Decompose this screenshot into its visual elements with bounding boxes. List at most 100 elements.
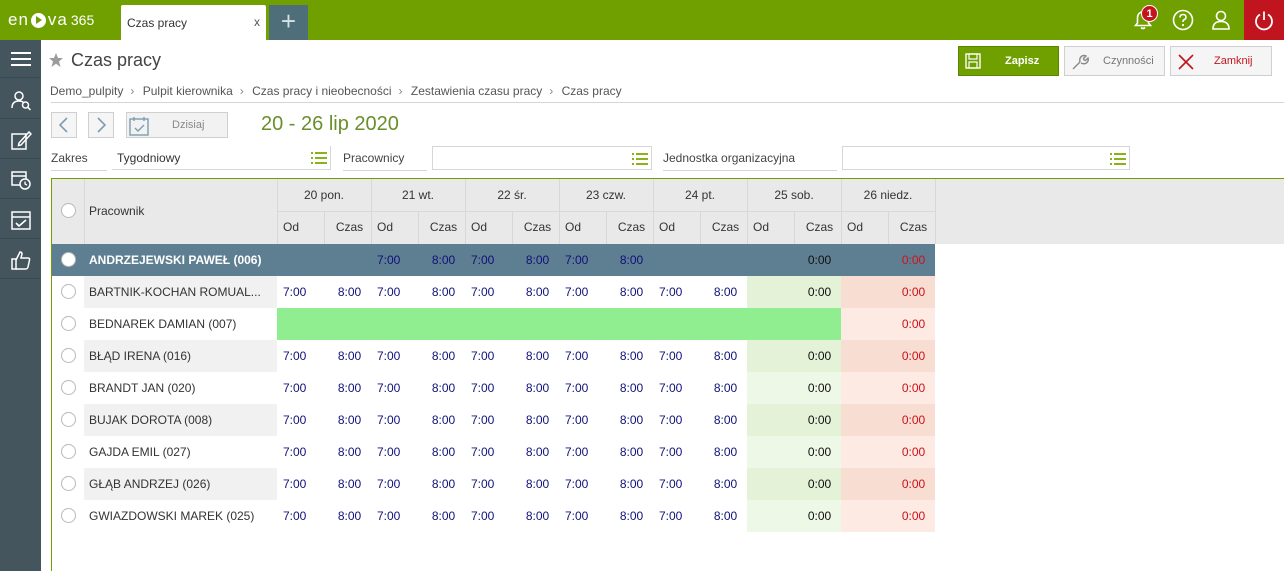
row-select-radio[interactable] [61,476,76,491]
table-row[interactable]: BUJAK DOROTA (008) 7:00 8:00 7:00 8:00 7:00 8:… [52,404,935,436]
breadcrumb-item-pulpit-kierownika[interactable]: Pulpit kierownika [143,84,233,98]
add-tab-button[interactable]: + [269,5,308,40]
user-button[interactable] [1202,0,1240,40]
time-value[interactable]: 0:00 [798,509,841,523]
from-value[interactable]: 7:00 [659,285,682,299]
time-value[interactable]: 8:00 [328,413,371,427]
employees-select[interactable] [432,146,652,170]
time-value[interactable]: 8:00 [516,285,559,299]
breadcrumb-item-zestawienia-czasu-pracy[interactable]: Zestawienia czasu pracy [411,84,542,98]
close-button[interactable]: Zamknij [1170,46,1272,76]
from-value[interactable]: 7:00 [659,413,682,427]
time-value[interactable]: 8:00 [516,381,559,395]
time-value[interactable]: 8:00 [516,349,559,363]
time-value[interactable]: 8:00 [704,509,747,523]
from-value[interactable]: 7:00 [471,285,494,299]
time-value[interactable]: 8:00 [704,349,747,363]
from-column-header[interactable]: Od [753,220,769,234]
employee-name[interactable]: BARTNIK-KOCHAN ROMUAL... [84,276,277,308]
row-select-radio[interactable] [61,444,76,459]
time-value[interactable]: 8:00 [704,445,747,459]
nav-item-schedule[interactable] [0,161,41,199]
time-value[interactable]: 0:00 [892,253,935,267]
time-value[interactable]: 8:00 [516,253,559,267]
time-value[interactable]: 0:00 [798,285,841,299]
previous-week-button[interactable] [51,112,77,138]
time-value[interactable]: 0:00 [892,509,935,523]
tab-close-button[interactable]: x [254,15,260,29]
from-value[interactable]: 7:00 [659,445,682,459]
from-column-header[interactable]: Od [377,220,393,234]
employee-name[interactable]: GŁĄB ANDRZEJ (026) [84,468,277,500]
from-value[interactable]: 7:00 [377,253,400,267]
from-value[interactable]: 7:00 [565,253,588,267]
from-value[interactable]: 7:00 [565,285,588,299]
time-value[interactable]: 8:00 [422,445,465,459]
time-value[interactable]: 8:00 [422,509,465,523]
nav-item-edit[interactable] [0,121,41,159]
employee-column-header[interactable]: Pracownik [89,204,144,218]
from-value[interactable]: 7:00 [377,381,400,395]
next-week-button[interactable] [88,112,114,138]
time-value[interactable]: 8:00 [516,445,559,459]
row-select-radio[interactable] [61,508,76,523]
time-value[interactable]: 0:00 [892,381,935,395]
employee-name[interactable]: BUJAK DOROTA (008) [84,404,277,436]
from-value[interactable]: 7:00 [565,381,588,395]
from-column-header[interactable]: Od [659,220,675,234]
day-cell[interactable] [653,244,747,276]
from-value[interactable]: 7:00 [471,477,494,491]
from-value[interactable]: 7:00 [283,477,306,491]
from-value[interactable]: 7:00 [377,285,400,299]
from-value[interactable]: 7:00 [283,381,306,395]
time-value[interactable]: 8:00 [422,285,465,299]
time-value[interactable]: 0:00 [892,317,935,331]
row-select-radio[interactable] [61,284,76,299]
table-row[interactable]: BŁĄD IRENA (016) 7:00 8:00 7:00 8:00 7:00 8:00… [52,340,935,372]
time-value[interactable]: 8:00 [516,477,559,491]
row-select-radio[interactable] [61,316,76,331]
time-value[interactable]: 8:00 [422,253,465,267]
time-column-header[interactable]: Czas [704,220,747,234]
time-value[interactable]: 0:00 [892,477,935,491]
time-column-header[interactable]: Czas [516,220,559,234]
time-value[interactable]: 0:00 [798,253,841,267]
from-value[interactable]: 7:00 [659,381,682,395]
employee-name[interactable]: GWIAZDOWSKI MAREK (025) [84,500,277,532]
day-header[interactable]: 24 pt. [653,188,747,202]
row-select-radio[interactable] [61,252,76,267]
time-value[interactable]: 0:00 [798,349,841,363]
notifications-button[interactable]: 1 [1124,0,1162,40]
absence-bar[interactable] [277,308,841,340]
time-value[interactable]: 8:00 [516,509,559,523]
time-value[interactable]: 0:00 [798,413,841,427]
time-value[interactable]: 8:00 [328,509,371,523]
time-value[interactable]: 8:00 [328,285,371,299]
time-column-header[interactable]: Czas [610,220,653,234]
employee-name[interactable]: BRANDT JAN (020) [84,372,277,404]
from-value[interactable]: 7:00 [471,509,494,523]
time-value[interactable]: 0:00 [892,285,935,299]
time-value[interactable]: 8:00 [328,381,371,395]
from-value[interactable]: 7:00 [471,413,494,427]
table-row[interactable]: BRANDT JAN (020) 7:00 8:00 7:00 8:00 7:00 8:00… [52,372,935,404]
unit-select[interactable] [842,146,1130,170]
time-value[interactable]: 8:00 [610,381,653,395]
from-value[interactable]: 7:00 [565,509,588,523]
from-column-header[interactable]: Od [471,220,487,234]
day-header[interactable]: 23 czw. [559,188,653,202]
day-header[interactable]: 20 pon. [277,188,371,202]
time-value[interactable]: 0:00 [798,477,841,491]
from-value[interactable]: 7:00 [659,349,682,363]
time-value[interactable]: 8:00 [422,413,465,427]
time-value[interactable]: 8:00 [704,477,747,491]
time-value[interactable]: 8:00 [610,445,653,459]
table-row[interactable]: BEDNAREK DAMIAN (007) 0:00 [52,308,935,340]
time-value[interactable]: 8:00 [704,285,747,299]
time-value[interactable]: 8:00 [422,477,465,491]
from-value[interactable]: 7:00 [471,445,494,459]
time-value[interactable]: 8:00 [610,477,653,491]
from-value[interactable]: 7:00 [377,509,400,523]
nav-item-timesheet[interactable] [0,201,41,239]
logout-button[interactable] [1244,0,1284,40]
